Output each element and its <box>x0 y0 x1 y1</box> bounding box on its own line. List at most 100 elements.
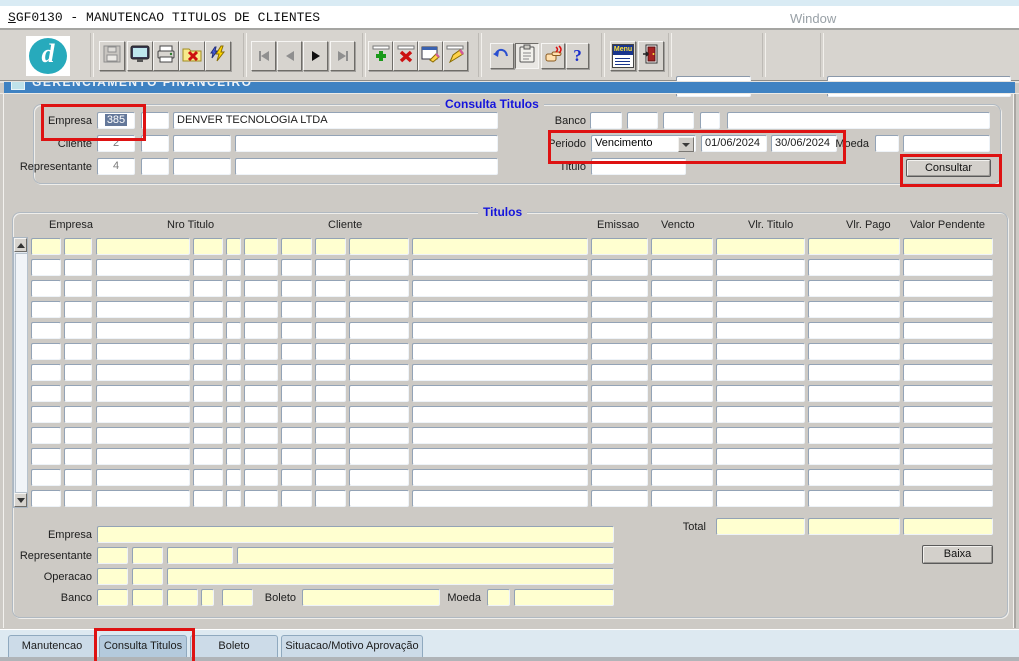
grid-cell-r12-c7[interactable] <box>315 490 346 507</box>
grid-cell-r12-c8[interactable] <box>349 490 409 507</box>
grid-cell-r9-c8[interactable] <box>349 427 409 444</box>
detail-representante-name-field[interactable] <box>237 547 614 564</box>
grid-cell-r7-c13[interactable] <box>808 385 900 402</box>
detail-banco-field-3[interactable] <box>167 589 198 606</box>
grid-cell-r9-c14[interactable] <box>903 427 993 444</box>
grid-cell-r8-c11[interactable] <box>651 406 713 423</box>
grid-cell-r2-c12[interactable] <box>716 280 805 297</box>
grid-cell-r2-c4[interactable] <box>226 280 241 297</box>
grid-cell-r0-c14[interactable] <box>903 238 993 255</box>
undo-button[interactable] <box>490 43 514 69</box>
grid-cell-r6-c1[interactable] <box>64 364 92 381</box>
empresa-name-field[interactable]: DENVER TECNOLOGIA LTDA <box>173 112 498 129</box>
grid-cell-r11-c8[interactable] <box>349 469 409 486</box>
grid-cell-r1-c14[interactable] <box>903 259 993 276</box>
grid-cell-r5-c6[interactable] <box>281 343 312 360</box>
grid-cell-r7-c7[interactable] <box>315 385 346 402</box>
grid-cell-r10-c8[interactable] <box>349 448 409 465</box>
mdi-window-titlebar[interactable]: GERENCIAMENTO FINANCEIRO <box>4 82 1015 93</box>
representante-extra-field[interactable] <box>141 158 169 175</box>
grid-cell-r3-c11[interactable] <box>651 301 713 318</box>
grid-cell-r3-c9[interactable] <box>412 301 588 318</box>
grid-cell-r3-c7[interactable] <box>315 301 346 318</box>
grid-cell-r2-c5[interactable] <box>244 280 278 297</box>
grid-cell-r2-c14[interactable] <box>903 280 993 297</box>
periodo-tipo-dropdown[interactable]: Vencimento <box>591 135 696 152</box>
grid-cell-r11-c2[interactable] <box>96 469 190 486</box>
tab-consulta-titulos[interactable]: Consulta Titulos <box>99 635 187 658</box>
empresa-code-field[interactable]: 385 <box>97 112 135 129</box>
detail-representante-field-3[interactable] <box>167 547 233 564</box>
grid-cell-r5-c3[interactable] <box>193 343 223 360</box>
grid-cell-r6-c4[interactable] <box>226 364 241 381</box>
last-record-button[interactable] <box>330 41 355 71</box>
moeda-code-field[interactable] <box>875 135 899 152</box>
grid-cell-r9-c6[interactable] <box>281 427 312 444</box>
grid-cell-r9-c7[interactable] <box>315 427 346 444</box>
cliente-code-field[interactable]: 2 <box>97 135 135 152</box>
edit-field-button[interactable] <box>443 41 468 71</box>
grid-cell-r3-c6[interactable] <box>281 301 312 318</box>
grid-cell-r5-c9[interactable] <box>412 343 588 360</box>
grid-cell-r9-c10[interactable] <box>591 427 648 444</box>
grid-cell-r5-c10[interactable] <box>591 343 648 360</box>
representante-doc-field[interactable] <box>173 158 231 175</box>
grid-cell-r12-c5[interactable] <box>244 490 278 507</box>
grid-cell-r11-c13[interactable] <box>808 469 900 486</box>
grid-cell-r6-c6[interactable] <box>281 364 312 381</box>
grid-cell-r12-c14[interactable] <box>903 490 993 507</box>
grid-cell-r10-c14[interactable] <box>903 448 993 465</box>
grid-cell-r10-c4[interactable] <box>226 448 241 465</box>
scrollbar-thumb[interactable] <box>15 253 28 493</box>
grid-cell-r3-c13[interactable] <box>808 301 900 318</box>
grid-cell-r3-c2[interactable] <box>96 301 190 318</box>
grid-cell-r9-c1[interactable] <box>64 427 92 444</box>
grid-cell-r11-c1[interactable] <box>64 469 92 486</box>
grid-cell-r2-c1[interactable] <box>64 280 92 297</box>
grid-cell-r4-c4[interactable] <box>226 322 241 339</box>
detail-banco-field-2[interactable] <box>132 589 163 606</box>
grid-cell-r0-c5[interactable] <box>244 238 278 255</box>
grid-cell-r11-c10[interactable] <box>591 469 648 486</box>
exit-button[interactable] <box>638 41 664 71</box>
cancel-query-button[interactable] <box>179 41 205 71</box>
grid-cell-r8-c1[interactable] <box>64 406 92 423</box>
grid-cell-r10-c6[interactable] <box>281 448 312 465</box>
grid-cell-r7-c5[interactable] <box>244 385 278 402</box>
grid-cell-r11-c14[interactable] <box>903 469 993 486</box>
banco-name-field[interactable] <box>727 112 990 129</box>
grid-cell-r12-c10[interactable] <box>591 490 648 507</box>
execute-query-button[interactable] <box>205 41 231 71</box>
grid-cell-r8-c10[interactable] <box>591 406 648 423</box>
grid-cell-r0-c7[interactable] <box>315 238 346 255</box>
detail-banco-field-4[interactable] <box>201 589 214 606</box>
grid-cell-r7-c0[interactable] <box>31 385 61 402</box>
grid-cell-r2-c0[interactable] <box>31 280 61 297</box>
grid-cell-r8-c13[interactable] <box>808 406 900 423</box>
grid-cell-r11-c7[interactable] <box>315 469 346 486</box>
tab-manutencao[interactable]: Manutencao <box>8 635 96 658</box>
grid-cell-r1-c4[interactable] <box>226 259 241 276</box>
grid-cell-r0-c9[interactable] <box>412 238 588 255</box>
grid-cell-r10-c9[interactable] <box>412 448 588 465</box>
grid-cell-r7-c1[interactable] <box>64 385 92 402</box>
screen-button[interactable] <box>127 41 153 71</box>
detail-banco-field-5[interactable] <box>222 589 253 606</box>
menu-button[interactable]: Menu <box>610 41 636 71</box>
grid-cell-r6-c3[interactable] <box>193 364 223 381</box>
grid-cell-r3-c12[interactable] <box>716 301 805 318</box>
grid-cell-r12-c9[interactable] <box>412 490 588 507</box>
detail-empresa-field[interactable] <box>97 526 614 543</box>
periodo-data-fim-field[interactable]: 30/06/2024 <box>771 135 837 152</box>
grid-cell-r8-c8[interactable] <box>349 406 409 423</box>
print-button[interactable] <box>153 41 179 71</box>
grid-cell-r1-c11[interactable] <box>651 259 713 276</box>
grid-cell-r0-c0[interactable] <box>31 238 61 255</box>
grid-cell-r9-c5[interactable] <box>244 427 278 444</box>
grid-cell-r7-c4[interactable] <box>226 385 241 402</box>
banco-field-2[interactable] <box>627 112 658 129</box>
grid-cell-r4-c2[interactable] <box>96 322 190 339</box>
grid-cell-r4-c3[interactable] <box>193 322 223 339</box>
consultar-button[interactable]: Consultar <box>906 159 991 177</box>
grid-cell-r6-c5[interactable] <box>244 364 278 381</box>
